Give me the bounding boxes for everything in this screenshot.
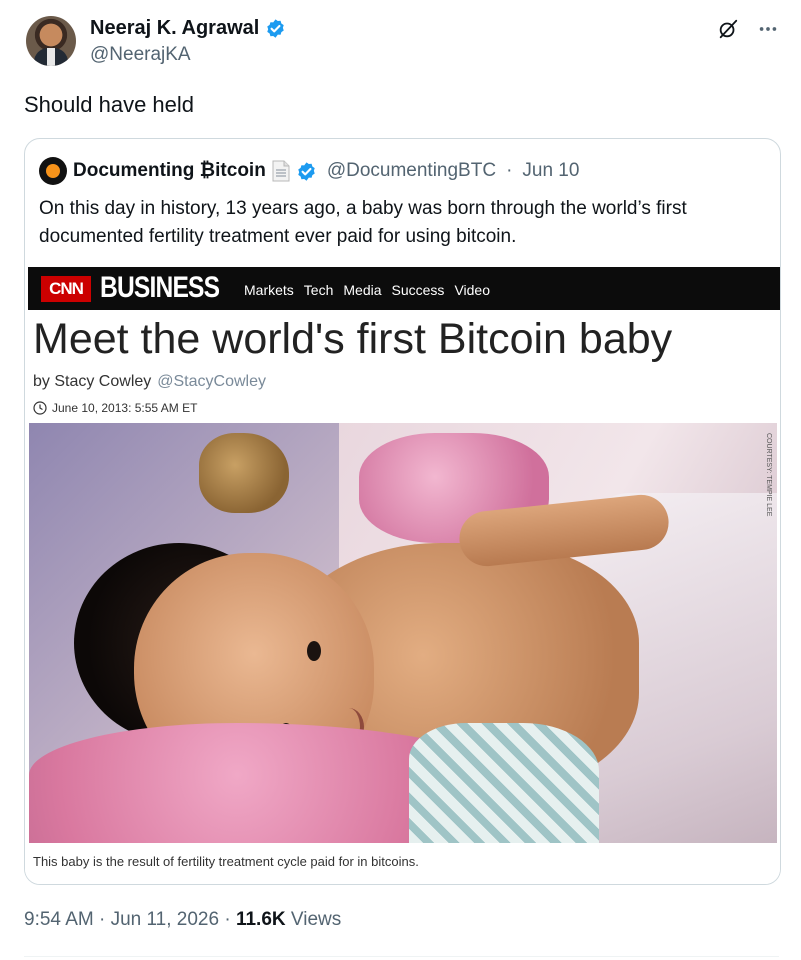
baby-photo: COURTESY: TEMPIE LEE — [29, 423, 777, 843]
photo-caption: This baby is the result of fertility tre… — [33, 854, 419, 869]
tweet-date[interactable]: Jun 11, 2026 — [111, 909, 219, 930]
quoted-text: On this day in history, 13 years ago, a … — [39, 198, 687, 247]
quoted-date[interactable]: Jun 10 — [522, 160, 579, 182]
cnn-section-title: BUSINESS — [100, 271, 220, 304]
views-count: 11.6K — [235, 909, 286, 930]
document-emoji-icon — [272, 160, 290, 182]
article-date: June 10, 2013: 5:55 AM ET — [52, 401, 198, 415]
author-display-name[interactable]: Neeraj K. Agrawal — [90, 17, 259, 40]
clock-icon — [33, 401, 47, 415]
quoted-verified-badge-icon — [298, 161, 315, 181]
meta-sep-2: · — [224, 909, 231, 930]
article-author: by Stacy Cowley — [33, 373, 152, 390]
article-byline: by Stacy Cowley @StacyCowley — [33, 373, 266, 391]
grok-icon[interactable] — [717, 18, 739, 40]
author-avatar[interactable] — [26, 16, 76, 66]
top-actions — [717, 18, 779, 40]
author-name-row: Neeraj K. Agrawal — [90, 17, 286, 40]
cnn-nav: Markets Tech Media Success Video — [244, 282, 490, 298]
author-handle[interactable]: @NeerajKA — [90, 44, 191, 66]
quoted-handle[interactable]: @DocumentingBTC — [327, 160, 496, 182]
article-headline: Meet the world's first Bitcoin baby — [33, 315, 673, 363]
cnn-nav-video: Video — [454, 282, 490, 298]
quoted-tweet-card[interactable]: Documenting ₿itcoin @DocumentingBTC · Ju… — [24, 138, 781, 885]
article-image[interactable]: CNN BUSINESS Markets Tech Media Success … — [25, 267, 780, 884]
cnn-logo: CNN — [41, 276, 91, 302]
quoted-header: Documenting ₿itcoin @DocumentingBTC · Ju… — [39, 157, 579, 185]
more-icon[interactable] — [757, 18, 779, 40]
bottom-divider — [24, 956, 779, 957]
quoted-separator: · — [506, 160, 513, 181]
quoted-display-name[interactable]: Documenting ₿itcoin — [73, 160, 266, 182]
meta-sep-1: · — [99, 909, 106, 930]
cnn-nav-markets: Markets — [244, 282, 294, 298]
cnn-nav-media: Media — [343, 282, 382, 298]
cnn-nav-success: Success — [391, 282, 445, 298]
cnn-header-bar: CNN BUSINESS Markets Tech Media Success … — [28, 267, 780, 310]
photo-credit: COURTESY: TEMPIE LEE — [765, 433, 772, 517]
views-label: Views — [290, 909, 342, 930]
tweet-meta: 9:54 AM · Jun 11, 2026 · 11.6K Views — [24, 909, 341, 931]
quoted-avatar[interactable] — [39, 157, 67, 185]
article-author-twitter: @StacyCowley — [157, 373, 266, 390]
article-dateline: June 10, 2013: 5:55 AM ET — [33, 401, 197, 415]
tweet-text: Should have held — [24, 92, 195, 117]
tweet-time[interactable]: 9:54 AM — [24, 909, 94, 930]
verified-badge-icon — [267, 19, 285, 38]
cnn-nav-tech: Tech — [303, 282, 334, 298]
